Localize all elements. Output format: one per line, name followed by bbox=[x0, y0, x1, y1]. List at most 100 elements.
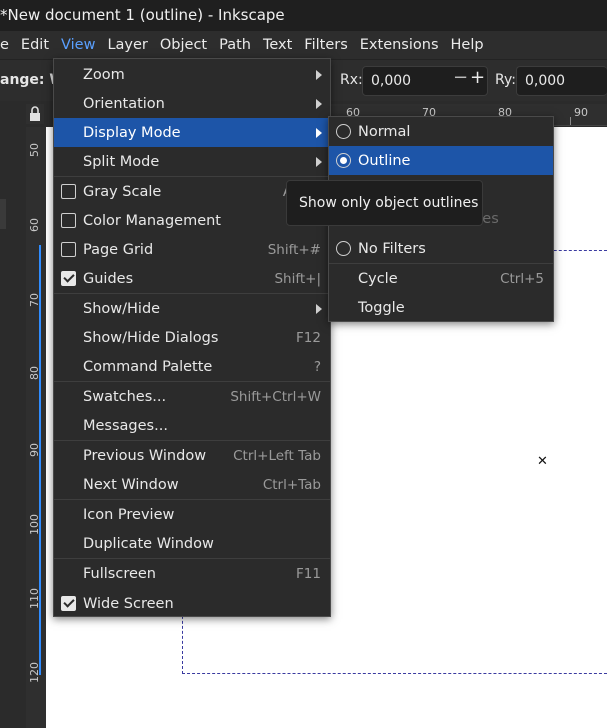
menu-item-label: Show/Hide bbox=[83, 300, 161, 317]
menu-separator bbox=[54, 176, 330, 177]
menu-text[interactable]: Text bbox=[257, 31, 298, 59]
tooltip: Show only object outlines bbox=[286, 180, 483, 226]
menu-path[interactable]: Path bbox=[213, 31, 257, 59]
menu-item-page-grid[interactable]: Page Grid Shift+# bbox=[54, 235, 330, 264]
rx-decrement-button[interactable]: − bbox=[453, 67, 468, 88]
menu-item-label: Icon Preview bbox=[83, 506, 175, 523]
menu-item-shortcut: Shift+# bbox=[267, 241, 321, 258]
menu-item-label: Outline bbox=[358, 152, 411, 169]
chevron-right-icon bbox=[316, 303, 322, 314]
checkbox-icon[interactable] bbox=[61, 242, 76, 257]
menu-item-toggle[interactable]: Toggle bbox=[329, 293, 553, 322]
menu-item-label: Cycle bbox=[358, 270, 398, 287]
menu-item-label: Color Management bbox=[83, 212, 221, 229]
menu-item-previous-window[interactable]: Previous Window Ctrl+Left Tab bbox=[54, 441, 330, 470]
left-toolbox-strip bbox=[0, 127, 26, 728]
menu-item-shortcut: Ctrl+5 bbox=[500, 270, 544, 287]
menu-item-label: Show/Hide Dialogs bbox=[83, 329, 219, 346]
view-menu: Zoom Orientation Display Mode Split Mode Gra… bbox=[53, 58, 331, 617]
menu-item-show-hide[interactable]: Show/Hide bbox=[54, 294, 330, 323]
menu-separator bbox=[54, 499, 330, 500]
menu-item-shortcut: Ctrl+Tab bbox=[262, 476, 321, 493]
menu-item-normal[interactable]: Normal bbox=[329, 117, 553, 146]
checkbox-checked-icon[interactable] bbox=[61, 271, 76, 286]
rx-label: Rx: bbox=[340, 72, 363, 88]
menu-item-label: Fullscreen bbox=[83, 565, 156, 582]
radio-selected-icon[interactable] bbox=[336, 153, 351, 168]
checkbox-icon[interactable] bbox=[61, 184, 76, 199]
window-title: *New document 1 (outline) - Inkscape bbox=[0, 0, 607, 31]
menu-item-label: Page Grid bbox=[83, 241, 154, 258]
menu-item-label: Guides bbox=[83, 270, 134, 287]
menu-item-label: Split Mode bbox=[83, 153, 160, 170]
menu-item-label: Toggle bbox=[358, 299, 405, 316]
menu-item-next-window[interactable]: Next Window Ctrl+Tab bbox=[54, 470, 330, 499]
chevron-right-icon bbox=[316, 156, 322, 167]
menu-item-label: Normal bbox=[358, 123, 411, 140]
menu-item-cycle[interactable]: Cycle Ctrl+5 bbox=[329, 264, 553, 293]
guide-line[interactable] bbox=[39, 245, 41, 675]
menu-separator bbox=[329, 263, 553, 264]
menu-extensions[interactable]: Extensions bbox=[354, 31, 445, 59]
menu-item-shortcut: Shift+| bbox=[274, 270, 321, 287]
menu-item-command-palette[interactable]: Command Palette? bbox=[54, 352, 330, 381]
menu-item-label: Swatches... bbox=[83, 388, 167, 405]
ry-label: Ry: bbox=[495, 72, 516, 88]
menu-item-label: Command Palette bbox=[83, 358, 213, 375]
menu-separator bbox=[54, 558, 330, 559]
menu-item-orientation[interactable]: Orientation bbox=[54, 89, 330, 118]
menu-item-label: Gray Scale bbox=[83, 183, 162, 200]
menu-separator bbox=[54, 293, 330, 294]
menu-item-label: Zoom bbox=[83, 66, 125, 83]
menubar: e Edit View Layer Object Path Text Filte… bbox=[0, 31, 607, 59]
rx-increment-button[interactable]: + bbox=[470, 67, 485, 88]
menu-item-label: Previous Window bbox=[83, 447, 207, 464]
menu-item-split-mode[interactable]: Split Mode bbox=[54, 147, 330, 176]
checkbox-icon[interactable] bbox=[61, 213, 76, 228]
ry-input[interactable]: 0,000 bbox=[516, 66, 607, 96]
menu-item-no-filters[interactable]: No Filters bbox=[329, 234, 553, 263]
menu-help[interactable]: Help bbox=[445, 31, 490, 59]
menu-separator bbox=[54, 440, 330, 441]
menu-object[interactable]: Object bbox=[154, 31, 213, 59]
menu-item-messages[interactable]: Messages... bbox=[54, 411, 330, 440]
menu-item-swatches[interactable]: Swatches... Shift+Ctrl+W bbox=[54, 382, 330, 411]
lock-guides-icon[interactable] bbox=[26, 104, 44, 124]
menu-edit[interactable]: Edit bbox=[15, 31, 55, 59]
menu-view[interactable]: View bbox=[55, 31, 101, 59]
chevron-right-icon bbox=[316, 69, 322, 80]
menu-item-shortcut: F12 bbox=[296, 329, 321, 346]
menu-item-icon-preview[interactable]: Icon Preview bbox=[54, 500, 330, 529]
v-ruler-label: 60 bbox=[28, 218, 41, 232]
radio-icon[interactable] bbox=[336, 124, 351, 139]
menu-item-outline[interactable]: Outline bbox=[329, 146, 553, 175]
menu-item-label: Messages... bbox=[83, 417, 168, 434]
menu-layer[interactable]: Layer bbox=[101, 31, 153, 59]
menu-item-label: Display Mode bbox=[83, 124, 181, 141]
menu-item-label: Next Window bbox=[83, 476, 179, 493]
menu-item-fullscreen[interactable]: Fullscreen F11 bbox=[54, 559, 330, 588]
menu-item-show-hide-dialogs[interactable]: Show/Hide Dialogs F12 bbox=[54, 323, 330, 352]
vertical-ruler[interactable]: 50 60 70 80 90 100 110 120 bbox=[26, 127, 46, 728]
menu-item-guides[interactable]: Guides Shift+| bbox=[54, 264, 330, 293]
menu-separator bbox=[54, 381, 330, 382]
menu-item-wide-screen[interactable]: Wide Screen bbox=[54, 589, 330, 618]
chevron-right-icon bbox=[316, 98, 322, 109]
rx-value: 0,000 bbox=[371, 73, 412, 89]
menu-file[interactable]: e bbox=[0, 31, 15, 59]
checkbox-checked-icon[interactable] bbox=[61, 596, 76, 611]
h-ruler-label: 90 bbox=[574, 106, 588, 119]
menu-item-label: Orientation bbox=[83, 95, 165, 112]
menu-item-label: Duplicate Window bbox=[83, 535, 214, 552]
toolbox-button[interactable] bbox=[0, 199, 6, 229]
chevron-right-icon bbox=[316, 127, 322, 138]
menu-item-shortcut: ? bbox=[313, 358, 321, 375]
menu-item-display-mode[interactable]: Display Mode bbox=[54, 118, 330, 147]
ry-value: 0,000 bbox=[525, 73, 566, 89]
menu-item-duplicate-window[interactable]: Duplicate Window bbox=[54, 529, 330, 558]
menu-item-shortcut: F11 bbox=[296, 565, 321, 582]
menu-item-zoom[interactable]: Zoom bbox=[54, 60, 330, 89]
radio-icon[interactable] bbox=[336, 241, 351, 256]
rotation-center-icon: ✕ bbox=[537, 454, 548, 469]
menu-filters[interactable]: Filters bbox=[298, 31, 353, 59]
